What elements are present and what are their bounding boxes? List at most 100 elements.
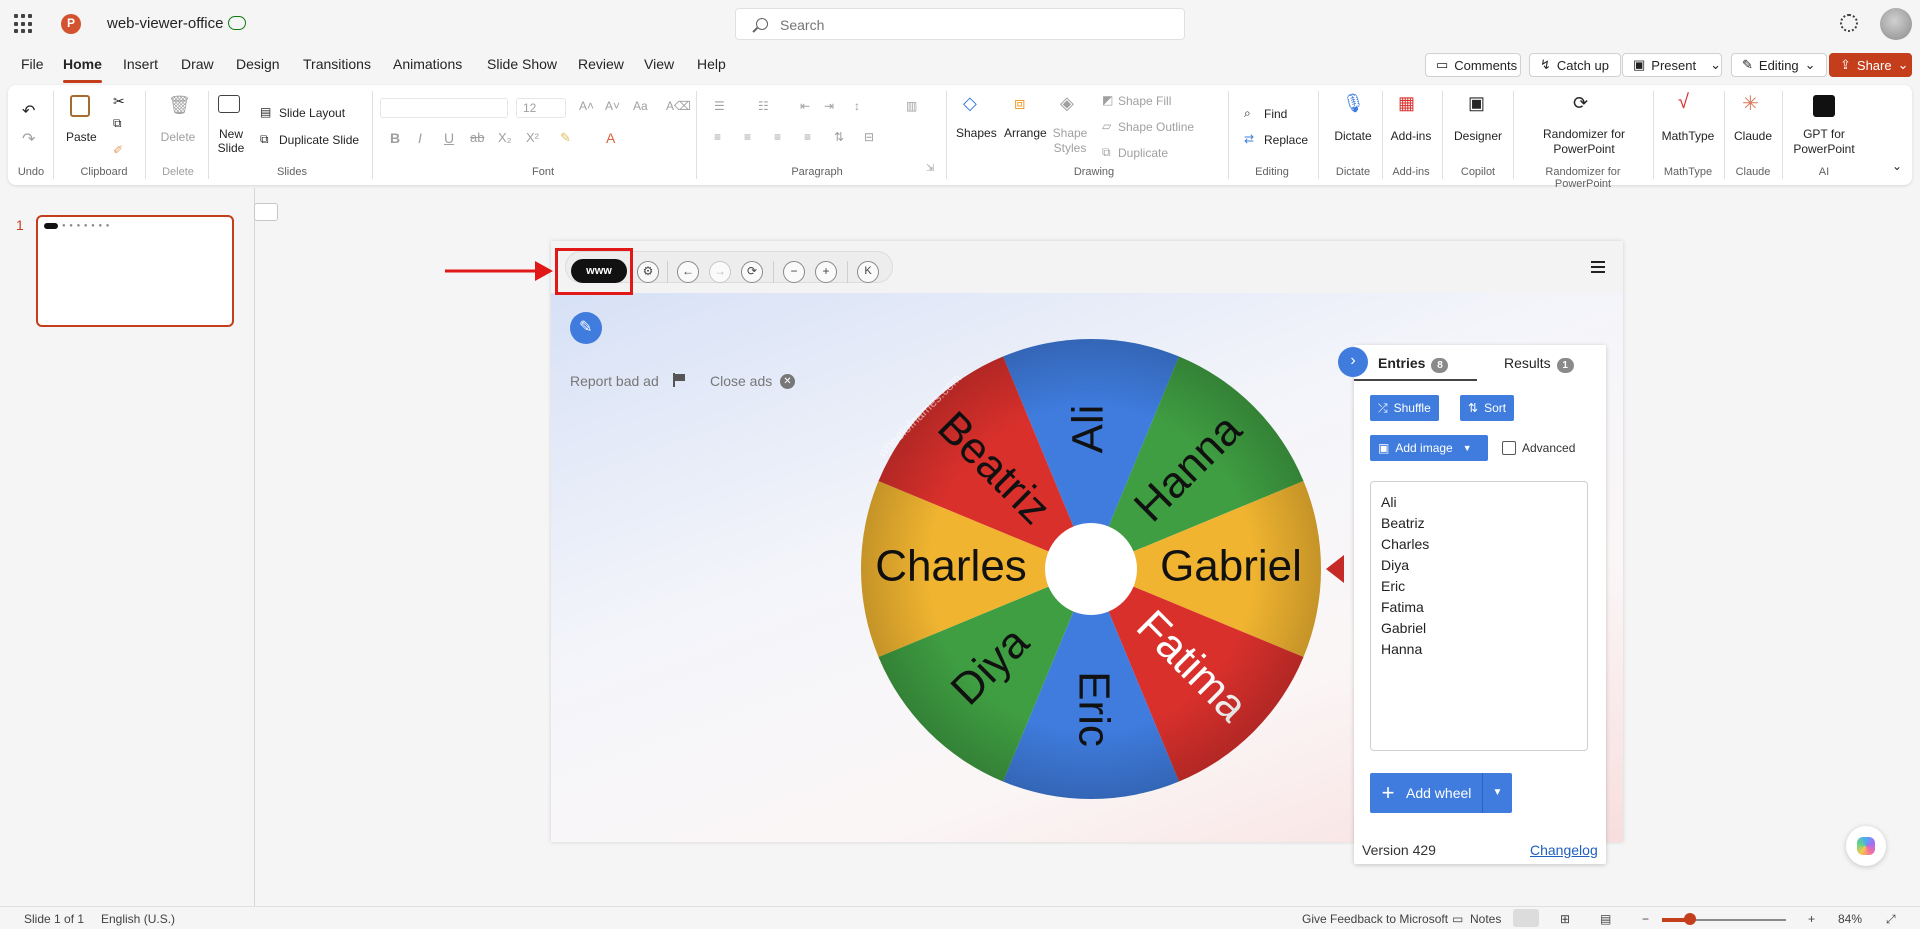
slide-canvas[interactable]: www ⚙ ← → ⟳ − + K Report bad ad Close ad…: [551, 241, 1623, 864]
search-box[interactable]: [735, 8, 1185, 40]
font-size-select[interactable]: 12: [516, 98, 566, 118]
hamburger-menu-icon[interactable]: [1591, 261, 1605, 273]
strikethrough-icon[interactable]: ab: [470, 130, 484, 145]
find-button[interactable]: Find: [1264, 107, 1287, 121]
copilot-icon[interactable]: [1846, 826, 1886, 866]
designer-icon[interactable]: ▣: [1468, 93, 1485, 114]
gpt-icon[interactable]: [1813, 95, 1835, 117]
randomizer-icon[interactable]: ⟳: [1573, 93, 1588, 114]
claude-button[interactable]: Claude: [1728, 129, 1778, 143]
pane-divider[interactable]: [254, 188, 255, 906]
tab-help[interactable]: Help: [697, 56, 726, 72]
zoom-in-icon[interactable]: +: [815, 261, 837, 283]
copy-icon[interactable]: ⧉: [113, 116, 122, 131]
share-button[interactable]: ⇪ Share ⌄: [1829, 53, 1912, 77]
comments-button[interactable]: ▭ Comments: [1425, 53, 1521, 77]
superscript-icon[interactable]: X²: [526, 130, 539, 145]
line-spacing-icon[interactable]: ↕: [854, 99, 860, 113]
reading-view-icon[interactable]: ▤: [1600, 912, 1611, 926]
tab-insert[interactable]: Insert: [123, 56, 158, 72]
shape-styles-button[interactable]: Shape Styles: [1048, 126, 1092, 156]
shuffle-button[interactable]: ⤮ Shuffle: [1370, 395, 1439, 421]
align-text-icon[interactable]: ⊟: [864, 130, 874, 144]
search-input[interactable]: [780, 15, 1160, 35]
back-arrow-icon[interactable]: ←: [677, 261, 699, 283]
tab-entries[interactable]: Entries 8: [1378, 355, 1449, 373]
align-right-icon[interactable]: ≡: [774, 130, 781, 144]
shape-styles-icon[interactable]: ◈: [1060, 93, 1074, 114]
chevron-down-icon[interactable]: ⌄: [1710, 57, 1721, 73]
dictate-button[interactable]: Dictate: [1328, 129, 1378, 143]
present-button[interactable]: ▣ Present ⌄: [1622, 53, 1722, 77]
document-title[interactable]: web-viewer-office: [107, 15, 223, 32]
user-avatar[interactable]: [1880, 8, 1912, 40]
decrease-font-icon[interactable]: A˅: [605, 99, 620, 113]
paste-button[interactable]: Paste: [66, 130, 97, 144]
forward-arrow-icon[interactable]: →: [709, 261, 731, 283]
randomizer-button[interactable]: Randomizer for PowerPoint: [1524, 127, 1644, 157]
normal-view-icon[interactable]: [1513, 909, 1539, 927]
italic-icon[interactable]: I: [418, 130, 422, 146]
arrange-icon[interactable]: ⧈: [1014, 93, 1025, 114]
viewer-settings-icon[interactable]: ⚙: [637, 261, 659, 283]
zoom-level[interactable]: 84%: [1838, 912, 1862, 926]
underline-icon[interactable]: U: [444, 130, 454, 146]
tab-home[interactable]: Home: [63, 56, 102, 83]
microphone-icon[interactable]: 🎙: [1342, 93, 1365, 114]
new-slide-button[interactable]: New Slide: [211, 127, 251, 155]
justify-icon[interactable]: ≡: [804, 130, 811, 144]
align-left-icon[interactable]: ≡: [714, 130, 721, 144]
dialog-launcher-icon[interactable]: ⇲: [926, 163, 934, 174]
notes-button[interactable]: Notes: [1470, 912, 1501, 926]
shapes-button[interactable]: Shapes: [956, 126, 997, 140]
align-center-icon[interactable]: ≡: [744, 130, 751, 144]
fit-to-window-icon[interactable]: ⤢: [1886, 912, 1896, 927]
duplicate-button[interactable]: Duplicate: [1118, 146, 1168, 160]
paste-icon[interactable]: [70, 95, 90, 117]
new-slide-icon[interactable]: [218, 95, 240, 113]
text-direction-icon[interactable]: ⇅: [834, 130, 844, 144]
increase-font-icon[interactable]: A˄: [579, 99, 594, 113]
feedback-link[interactable]: Give Feedback to Microsoft: [1302, 912, 1448, 926]
cut-icon[interactable]: ✂: [113, 93, 125, 110]
format-painter-icon[interactable]: ✐: [113, 143, 123, 157]
gpt-button[interactable]: GPT for PowerPoint: [1790, 127, 1858, 157]
sort-button[interactable]: ⇅ Sort: [1460, 395, 1515, 421]
shapes-icon[interactable]: ◇: [963, 93, 977, 114]
bold-icon[interactable]: B: [390, 130, 400, 146]
zoom-out-icon[interactable]: −: [783, 261, 805, 283]
add-image-button[interactable]: ▣ Add image ▼: [1370, 435, 1488, 461]
tab-slide-show[interactable]: Slide Show: [487, 56, 557, 72]
shape-fill-button[interactable]: Shape Fill: [1118, 94, 1171, 108]
zoom-in-button[interactable]: +: [1808, 912, 1815, 926]
redo-icon[interactable]: ↷: [22, 129, 35, 149]
advanced-checkbox[interactable]: [1502, 441, 1516, 455]
duplicate-slide-button[interactable]: Duplicate Slide: [279, 133, 359, 147]
tab-design[interactable]: Design: [236, 56, 280, 72]
increase-indent-icon[interactable]: ⇥: [824, 99, 834, 113]
claude-icon[interactable]: ✳: [1742, 91, 1759, 116]
change-case-icon[interactable]: Aa: [633, 99, 648, 113]
notes-icon[interactable]: ▭: [1452, 912, 1463, 926]
add-wheel-dropdown-icon[interactable]: ▼: [1482, 773, 1512, 813]
font-family-select[interactable]: [380, 98, 508, 118]
numbering-icon[interactable]: ☷: [758, 99, 769, 113]
undo-icon[interactable]: ↶: [22, 101, 35, 121]
tab-view[interactable]: View: [644, 56, 674, 72]
subscript-icon[interactable]: X₂: [498, 130, 512, 145]
delete-button[interactable]: Delete: [152, 130, 204, 144]
entries-textarea[interactable]: Ali Beatriz Charles Diya Eric Fatima Gabriel Ha…: [1370, 481, 1588, 751]
collapse-panel-chevron-icon[interactable]: ›: [1338, 347, 1368, 377]
shape-outline-button[interactable]: Shape Outline: [1118, 120, 1194, 134]
pane-toggle-icon[interactable]: [254, 203, 278, 221]
tab-results[interactable]: Results 1: [1504, 355, 1574, 373]
font-color-icon[interactable]: A: [606, 130, 615, 146]
add-wheel-button[interactable]: + Add wheel ▼: [1370, 773, 1512, 813]
replace-button[interactable]: Replace: [1264, 133, 1308, 147]
catch-up-button[interactable]: ↯ Catch up: [1529, 53, 1621, 77]
zoom-out-button[interactable]: −: [1642, 912, 1649, 926]
columns-icon[interactable]: ▥: [906, 99, 917, 113]
arrange-button[interactable]: Arrange: [1004, 126, 1047, 140]
caret-down-icon[interactable]: ▼: [1463, 443, 1472, 453]
first-page-icon[interactable]: K: [857, 261, 879, 283]
